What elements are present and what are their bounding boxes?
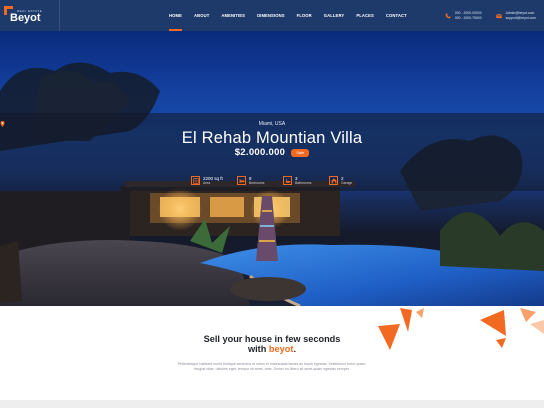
garage-icon (329, 176, 338, 185)
location-text: Miami, USA (258, 121, 286, 127)
property-title: El Rehab Mountian Villa (181, 129, 363, 147)
mail-icon (495, 13, 502, 18)
property-location: Miami, USA (0, 121, 544, 127)
nav-item-amenities[interactable]: AMENITIES (221, 0, 245, 31)
phone-icon (445, 13, 451, 18)
nav-item-gallery[interactable]: GALLERY (324, 0, 345, 31)
sell-subheading: with beyot. (0, 344, 544, 354)
nav-item-contact[interactable]: CONTACT (386, 0, 407, 31)
nav-item-home[interactable]: HOME (169, 0, 182, 31)
property-price: $2.000.000 (234, 147, 286, 158)
hero-banner: Miami, USA El Rehab Mountian Villa $2.00… (0, 31, 544, 306)
phone-contact: 000 - 2000-00000 000 - 2000-75000 (445, 11, 482, 21)
feature-label: Bathrooms (295, 181, 312, 185)
nav-item-dimensions[interactable]: DIMENSIONS (257, 0, 285, 31)
nav-item-about[interactable]: ABOUT (194, 0, 209, 31)
email-address[interactable]: support@beyot.com (506, 16, 536, 21)
feature-bathrooms: 3 Bathrooms (283, 176, 329, 185)
feature-garage: 2 Garage (329, 176, 375, 185)
feature-label: Garage (341, 181, 353, 185)
nav-item-places[interactable]: PLACES (356, 0, 374, 31)
sell-brand-accent: beyot (268, 344, 294, 354)
feature-bedrooms: 8 Bedrooms (237, 176, 283, 185)
bathroom-icon (283, 176, 292, 185)
sell-description: Pellentesque habitant morbi tristique se… (177, 362, 367, 372)
sell-section: Sell your house in few seconds with beyo… (0, 306, 544, 408)
email-contact: Admin@beyot.com support@beyot.com (495, 11, 536, 21)
brand-name: Beyot (10, 12, 41, 24)
main-nav: HOME ABOUT AMENITIES DIMENSIONS FLOOR GA… (169, 0, 419, 31)
next-section-strip (0, 400, 544, 408)
feature-label: Bedrooms (249, 181, 265, 185)
price-row: $2.000.000 Sale (0, 147, 544, 158)
property-features: 2200 sq ft Area 8 Bedrooms 3 Bathrooms 2… (191, 176, 375, 185)
map-pin-icon (0, 121, 5, 127)
sell-suffix: . (293, 344, 296, 354)
header-contact: 000 - 2000-00000 000 - 2000-75000 Admin@… (431, 0, 536, 31)
sell-heading: Sell your house in few seconds (203, 334, 341, 344)
area-icon (191, 176, 200, 185)
feature-label: Area (203, 181, 211, 185)
site-header: REAL ESTATE Beyot HOME ABOUT AMENITIES D… (0, 0, 544, 31)
bedroom-icon (237, 176, 246, 185)
nav-item-floor[interactable]: FLOOR (297, 0, 312, 31)
brand-logo[interactable]: REAL ESTATE Beyot (0, 0, 60, 31)
sell-prefix: with (247, 344, 269, 354)
sale-badge: Sale (291, 148, 310, 157)
feature-area: 2200 sq ft Area (191, 176, 237, 185)
phone-number[interactable]: 000 - 2000-75000 (455, 16, 482, 21)
logo-mark-icon (4, 6, 13, 15)
